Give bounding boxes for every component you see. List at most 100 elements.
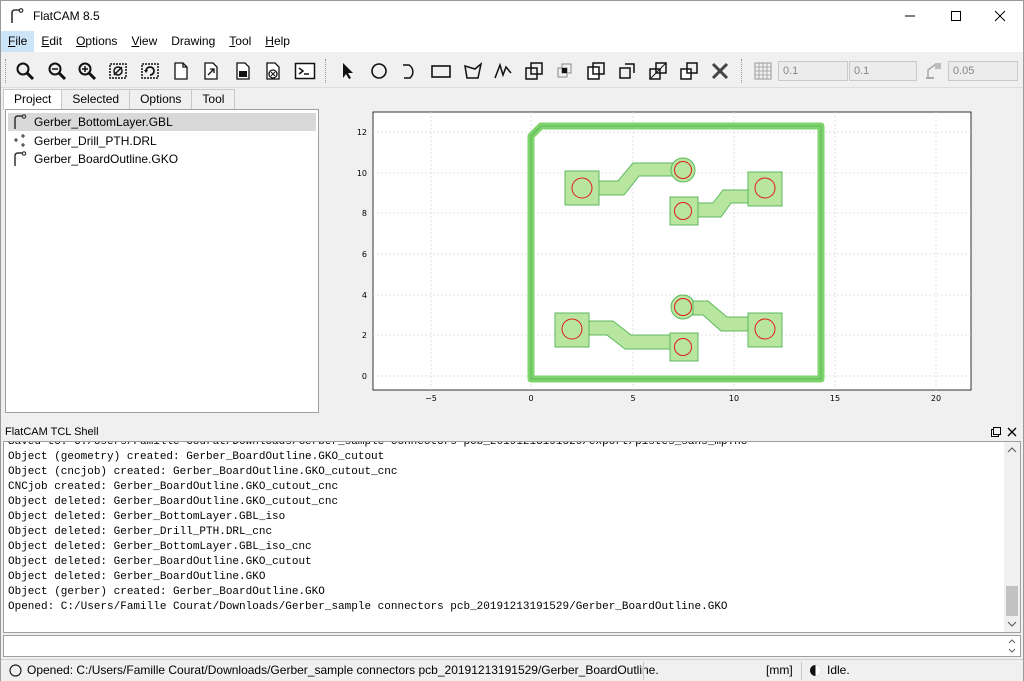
menu-tool[interactable]: Tool <box>222 31 258 52</box>
subtract-button[interactable] <box>584 59 608 83</box>
pointer-icon <box>343 63 353 79</box>
new-project-button[interactable] <box>169 59 193 83</box>
union-icon <box>525 62 543 80</box>
toolbar-separator <box>325 59 327 83</box>
polygon-icon <box>464 62 483 79</box>
union-button[interactable] <box>522 59 546 83</box>
y-tick-label: 10 <box>357 169 367 178</box>
pad <box>747 171 783 207</box>
rectangle-tool-button[interactable] <box>429 59 453 83</box>
menu-options-key: O <box>76 34 86 48</box>
menu-view-label: iew <box>139 34 158 48</box>
gerber-icon <box>14 114 27 129</box>
maximize-button[interactable] <box>933 1 979 31</box>
menu-edit[interactable]: Edit <box>34 31 69 52</box>
menu-options[interactable]: Options <box>69 31 124 52</box>
pad <box>554 312 590 348</box>
plot-svg[interactable]: −5 0 5 10 15 20 0 2 4 6 8 10 12 <box>323 89 1023 414</box>
project-item-label: Gerber_Drill_PTH.DRL <box>34 134 157 148</box>
menu-help[interactable]: Help <box>258 31 297 52</box>
move-shape-button[interactable] <box>677 59 701 83</box>
circle-icon <box>371 63 387 79</box>
shell-scrollbar[interactable] <box>1004 442 1020 632</box>
close-dock-icon[interactable] <box>1007 427 1017 437</box>
clear-plot-icon <box>109 63 127 79</box>
x-tick-label: 10 <box>729 394 739 403</box>
scroll-thumb[interactable] <box>1006 586 1018 616</box>
state-label: Idle. <box>827 663 850 677</box>
y-tick-label: 6 <box>362 250 367 259</box>
zoom-in-icon <box>78 62 97 81</box>
plot-canvas[interactable]: −5 0 5 10 15 20 0 2 4 6 8 10 12 <box>323 89 1023 414</box>
rectangle-icon <box>431 65 451 78</box>
zoom-out-button[interactable] <box>45 59 69 83</box>
minimize-button[interactable] <box>887 1 933 31</box>
status-divider <box>643 662 644 680</box>
delete-shape-button[interactable] <box>708 59 732 83</box>
close-window-button[interactable] <box>977 1 1023 31</box>
shell-line: Object (cncjob) created: Gerber_BoardOut… <box>8 466 398 478</box>
project-tree: Gerber_BottomLayer.GBL Gerber_Drill_PTH.… <box>5 109 319 413</box>
x-tick-label: 0 <box>528 394 533 403</box>
cut-path-button[interactable] <box>615 59 639 83</box>
shell-line: Opened: C:/Users/Famille Courat/Download… <box>8 601 728 613</box>
pad <box>564 170 600 206</box>
main-toolbar <box>1 53 1023 88</box>
menu-drawing[interactable]: Drawing <box>164 31 222 52</box>
zoom-fit-button[interactable] <box>13 59 37 83</box>
toolbar-separator-2 <box>741 59 743 83</box>
path-tool-button[interactable] <box>491 59 515 83</box>
zoom-in-button[interactable] <box>75 59 99 83</box>
clear-plot-button[interactable] <box>106 59 130 83</box>
polygon-tool-button[interactable] <box>461 59 485 83</box>
circle-tool-button[interactable] <box>367 59 391 83</box>
progress-state-icon <box>810 665 821 676</box>
project-item-board-outline[interactable]: Gerber_BoardOutline.GKO <box>8 150 316 168</box>
excellon-icon <box>14 134 25 147</box>
scroll-down-icon[interactable] <box>1004 616 1020 632</box>
intersection-button[interactable] <box>553 59 577 83</box>
cut-path-icon <box>619 63 635 79</box>
replot-button[interactable] <box>138 59 162 83</box>
replot-icon <box>141 63 159 79</box>
input-spin-icon[interactable] <box>1006 637 1018 655</box>
scroll-up-icon[interactable] <box>1004 442 1020 458</box>
flatcam-window: FlatCAM 8.5 File Edit Options View Drawi… <box>0 0 1024 681</box>
grid-x-input[interactable] <box>778 61 848 81</box>
shell-line: Object deleted: Gerber_BoardOutline.GKO <box>8 571 266 583</box>
shell-input[interactable] <box>3 635 1021 657</box>
float-dock-icon[interactable] <box>991 427 1001 437</box>
menu-view[interactable]: View <box>124 31 164 52</box>
snap-corner-button[interactable] <box>922 59 946 83</box>
open-excellon-button[interactable] <box>231 59 255 83</box>
project-item-bottom-layer[interactable]: Gerber_BottomLayer.GBL <box>8 113 316 131</box>
status-message: Opened: C:/Users/Famille Courat/Download… <box>27 663 659 677</box>
x-tick-label: 15 <box>830 394 840 403</box>
minimize-icon <box>905 15 915 17</box>
gerber-icon <box>14 151 27 166</box>
shell-line: Object (geometry) created: Gerber_BoardO… <box>8 451 385 463</box>
grid-y-input[interactable] <box>849 61 917 81</box>
status-divider <box>801 662 802 680</box>
status-bar: Opened: C:/Users/Famille Courat/Download… <box>1 659 1023 681</box>
tab-selected[interactable]: Selected <box>61 89 131 109</box>
menu-file[interactable]: File <box>1 31 35 52</box>
menu-options-label: ptions <box>85 34 118 48</box>
shell-output[interactable]: Saved to: C:/Users/Famille Courat/Downlo… <box>3 441 1021 633</box>
select-tool-button[interactable] <box>335 59 359 83</box>
arc-tool-button[interactable] <box>398 59 422 83</box>
copy-shape-button[interactable] <box>646 59 670 83</box>
open-gerber-button[interactable] <box>199 59 223 83</box>
toolbar-grip <box>5 59 7 83</box>
x-tick-label: 20 <box>931 394 941 403</box>
tab-options[interactable]: Options <box>129 89 193 109</box>
tab-tool[interactable]: Tool <box>191 89 236 109</box>
tab-project[interactable]: Project <box>3 89 63 110</box>
shell-line: Object deleted: Gerber_BottomLayer.GBL_i… <box>8 511 286 523</box>
snap-max-input[interactable] <box>948 61 1018 81</box>
maximize-icon <box>951 11 961 21</box>
snap-grid-button[interactable] <box>751 59 775 83</box>
shell-button[interactable] <box>293 59 317 83</box>
project-item-drill[interactable]: Gerber_Drill_PTH.DRL <box>8 132 316 150</box>
open-gcode-button[interactable] <box>261 59 285 83</box>
